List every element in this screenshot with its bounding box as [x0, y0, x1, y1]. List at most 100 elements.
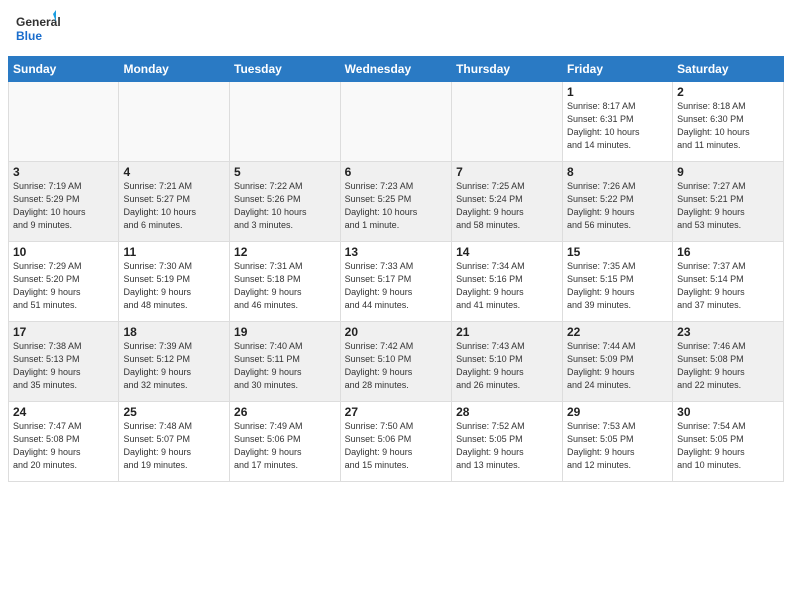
calendar-day-cell: 16Sunrise: 7:37 AM Sunset: 5:14 PM Dayli… [673, 242, 784, 322]
calendar-week-row: 24Sunrise: 7:47 AM Sunset: 5:08 PM Dayli… [9, 402, 784, 482]
day-number: 18 [123, 325, 225, 339]
day-number: 10 [13, 245, 114, 259]
day-number: 16 [677, 245, 779, 259]
calendar-day-cell: 28Sunrise: 7:52 AM Sunset: 5:05 PM Dayli… [452, 402, 563, 482]
day-number: 5 [234, 165, 336, 179]
day-info: Sunrise: 7:43 AM Sunset: 5:10 PM Dayligh… [456, 340, 558, 392]
calendar-day-cell: 12Sunrise: 7:31 AM Sunset: 5:18 PM Dayli… [230, 242, 341, 322]
svg-text:Blue: Blue [16, 29, 42, 43]
day-info: Sunrise: 7:52 AM Sunset: 5:05 PM Dayligh… [456, 420, 558, 472]
day-number: 26 [234, 405, 336, 419]
calendar-day-cell: 3Sunrise: 7:19 AM Sunset: 5:29 PM Daylig… [9, 162, 119, 242]
calendar-day-cell: 11Sunrise: 7:30 AM Sunset: 5:19 PM Dayli… [119, 242, 230, 322]
day-number: 13 [345, 245, 447, 259]
day-info: Sunrise: 7:46 AM Sunset: 5:08 PM Dayligh… [677, 340, 779, 392]
day-number: 24 [13, 405, 114, 419]
calendar-day-cell: 10Sunrise: 7:29 AM Sunset: 5:20 PM Dayli… [9, 242, 119, 322]
day-info: Sunrise: 7:40 AM Sunset: 5:11 PM Dayligh… [234, 340, 336, 392]
day-info: Sunrise: 7:29 AM Sunset: 5:20 PM Dayligh… [13, 260, 114, 312]
day-number: 15 [567, 245, 668, 259]
day-info: Sunrise: 7:34 AM Sunset: 5:16 PM Dayligh… [456, 260, 558, 312]
calendar-day-cell: 18Sunrise: 7:39 AM Sunset: 5:12 PM Dayli… [119, 322, 230, 402]
day-info: Sunrise: 7:23 AM Sunset: 5:25 PM Dayligh… [345, 180, 447, 232]
day-info: Sunrise: 7:54 AM Sunset: 5:05 PM Dayligh… [677, 420, 779, 472]
day-number: 3 [13, 165, 114, 179]
day-number: 6 [345, 165, 447, 179]
calendar-week-row: 10Sunrise: 7:29 AM Sunset: 5:20 PM Dayli… [9, 242, 784, 322]
calendar-day-cell: 2Sunrise: 8:18 AM Sunset: 6:30 PM Daylig… [673, 82, 784, 162]
calendar-day-cell: 17Sunrise: 7:38 AM Sunset: 5:13 PM Dayli… [9, 322, 119, 402]
day-number: 17 [13, 325, 114, 339]
calendar-day-cell: 5Sunrise: 7:22 AM Sunset: 5:26 PM Daylig… [230, 162, 341, 242]
calendar-day-cell [452, 82, 563, 162]
calendar-table: SundayMondayTuesdayWednesdayThursdayFrid… [8, 56, 784, 482]
calendar-day-cell: 7Sunrise: 7:25 AM Sunset: 5:24 PM Daylig… [452, 162, 563, 242]
day-info: Sunrise: 7:19 AM Sunset: 5:29 PM Dayligh… [13, 180, 114, 232]
calendar-day-header: Sunday [9, 57, 119, 82]
day-info: Sunrise: 7:48 AM Sunset: 5:07 PM Dayligh… [123, 420, 225, 472]
day-info: Sunrise: 7:21 AM Sunset: 5:27 PM Dayligh… [123, 180, 225, 232]
calendar-day-cell: 4Sunrise: 7:21 AM Sunset: 5:27 PM Daylig… [119, 162, 230, 242]
calendar-day-cell: 19Sunrise: 7:40 AM Sunset: 5:11 PM Dayli… [230, 322, 341, 402]
day-info: Sunrise: 7:42 AM Sunset: 5:10 PM Dayligh… [345, 340, 447, 392]
calendar-day-cell: 21Sunrise: 7:43 AM Sunset: 5:10 PM Dayli… [452, 322, 563, 402]
calendar-week-row: 3Sunrise: 7:19 AM Sunset: 5:29 PM Daylig… [9, 162, 784, 242]
calendar-day-header: Tuesday [230, 57, 341, 82]
day-info: Sunrise: 7:44 AM Sunset: 5:09 PM Dayligh… [567, 340, 668, 392]
day-number: 27 [345, 405, 447, 419]
calendar-day-header: Thursday [452, 57, 563, 82]
calendar-day-cell: 8Sunrise: 7:26 AM Sunset: 5:22 PM Daylig… [562, 162, 672, 242]
calendar-day-cell: 22Sunrise: 7:44 AM Sunset: 5:09 PM Dayli… [562, 322, 672, 402]
day-info: Sunrise: 7:47 AM Sunset: 5:08 PM Dayligh… [13, 420, 114, 472]
day-number: 12 [234, 245, 336, 259]
day-number: 2 [677, 85, 779, 99]
day-number: 25 [123, 405, 225, 419]
day-info: Sunrise: 7:49 AM Sunset: 5:06 PM Dayligh… [234, 420, 336, 472]
calendar-day-cell: 24Sunrise: 7:47 AM Sunset: 5:08 PM Dayli… [9, 402, 119, 482]
calendar-day-cell: 29Sunrise: 7:53 AM Sunset: 5:05 PM Dayli… [562, 402, 672, 482]
calendar-day-header: Saturday [673, 57, 784, 82]
day-number: 7 [456, 165, 558, 179]
calendar-day-cell: 20Sunrise: 7:42 AM Sunset: 5:10 PM Dayli… [340, 322, 451, 402]
day-info: Sunrise: 7:26 AM Sunset: 5:22 PM Dayligh… [567, 180, 668, 232]
day-info: Sunrise: 7:27 AM Sunset: 5:21 PM Dayligh… [677, 180, 779, 232]
calendar-day-cell [230, 82, 341, 162]
calendar-header-row: SundayMondayTuesdayWednesdayThursdayFrid… [9, 57, 784, 82]
day-info: Sunrise: 7:33 AM Sunset: 5:17 PM Dayligh… [345, 260, 447, 312]
day-info: Sunrise: 7:25 AM Sunset: 5:24 PM Dayligh… [456, 180, 558, 232]
calendar-week-row: 1Sunrise: 8:17 AM Sunset: 6:31 PM Daylig… [9, 82, 784, 162]
logo-icon: General Blue [16, 10, 56, 50]
calendar-day-cell: 13Sunrise: 7:33 AM Sunset: 5:17 PM Dayli… [340, 242, 451, 322]
day-number: 28 [456, 405, 558, 419]
day-number: 9 [677, 165, 779, 179]
day-info: Sunrise: 8:17 AM Sunset: 6:31 PM Dayligh… [567, 100, 668, 152]
day-number: 14 [456, 245, 558, 259]
calendar-day-cell: 1Sunrise: 8:17 AM Sunset: 6:31 PM Daylig… [562, 82, 672, 162]
calendar-day-cell: 27Sunrise: 7:50 AM Sunset: 5:06 PM Dayli… [340, 402, 451, 482]
calendar-day-cell: 30Sunrise: 7:54 AM Sunset: 5:05 PM Dayli… [673, 402, 784, 482]
calendar-day-cell: 14Sunrise: 7:34 AM Sunset: 5:16 PM Dayli… [452, 242, 563, 322]
day-info: Sunrise: 7:39 AM Sunset: 5:12 PM Dayligh… [123, 340, 225, 392]
day-info: Sunrise: 7:30 AM Sunset: 5:19 PM Dayligh… [123, 260, 225, 312]
calendar-day-cell: 15Sunrise: 7:35 AM Sunset: 5:15 PM Dayli… [562, 242, 672, 322]
calendar-day-cell: 6Sunrise: 7:23 AM Sunset: 5:25 PM Daylig… [340, 162, 451, 242]
calendar-day-cell [119, 82, 230, 162]
day-info: Sunrise: 8:18 AM Sunset: 6:30 PM Dayligh… [677, 100, 779, 152]
svg-text:General: General [16, 15, 61, 29]
day-number: 19 [234, 325, 336, 339]
day-info: Sunrise: 7:31 AM Sunset: 5:18 PM Dayligh… [234, 260, 336, 312]
day-number: 20 [345, 325, 447, 339]
day-number: 30 [677, 405, 779, 419]
day-number: 29 [567, 405, 668, 419]
day-info: Sunrise: 7:53 AM Sunset: 5:05 PM Dayligh… [567, 420, 668, 472]
day-number: 23 [677, 325, 779, 339]
calendar-wrapper: SundayMondayTuesdayWednesdayThursdayFrid… [0, 56, 792, 490]
calendar-day-cell: 9Sunrise: 7:27 AM Sunset: 5:21 PM Daylig… [673, 162, 784, 242]
day-number: 22 [567, 325, 668, 339]
calendar-day-cell: 26Sunrise: 7:49 AM Sunset: 5:06 PM Dayli… [230, 402, 341, 482]
calendar-day-cell [340, 82, 451, 162]
logo: General Blue [16, 10, 56, 50]
day-number: 1 [567, 85, 668, 99]
day-number: 4 [123, 165, 225, 179]
day-info: Sunrise: 7:38 AM Sunset: 5:13 PM Dayligh… [13, 340, 114, 392]
